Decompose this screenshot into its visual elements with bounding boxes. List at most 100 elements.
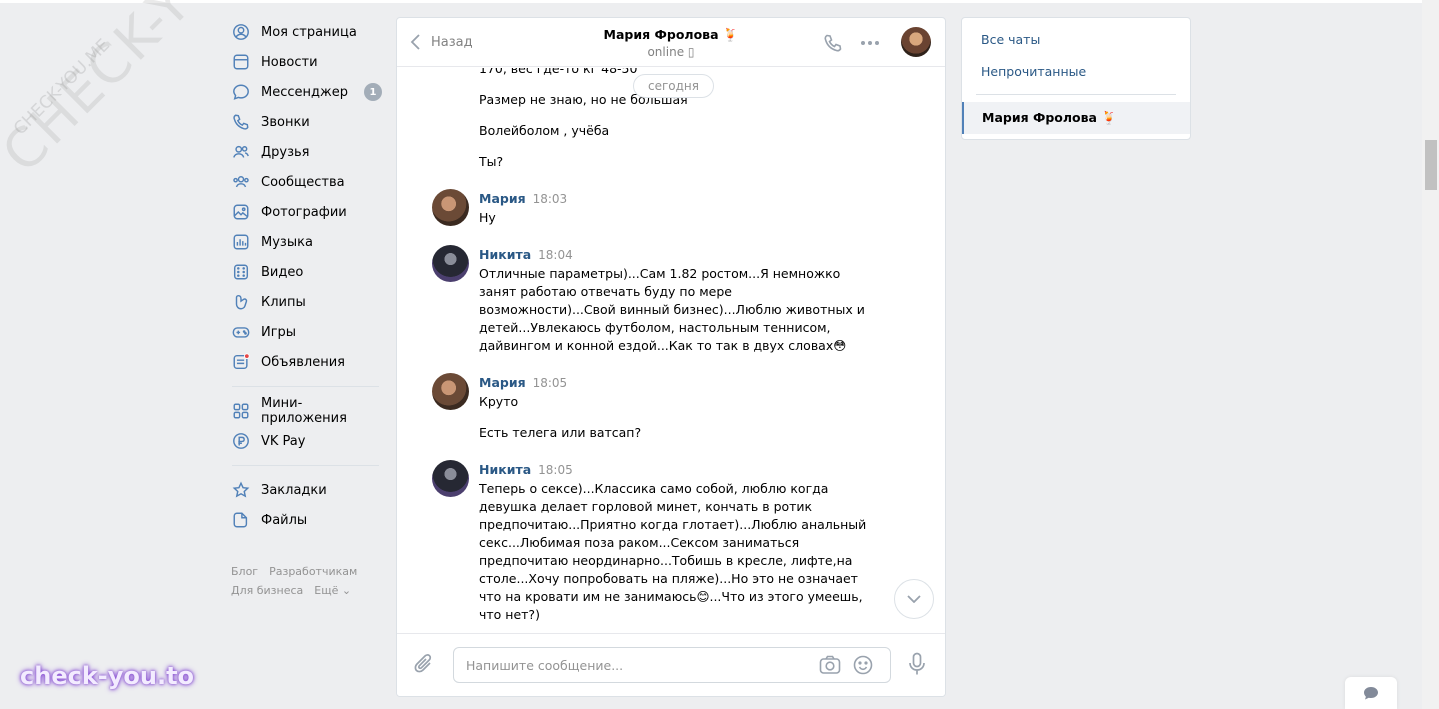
chat-header: Назад Мария Фролова 🍹 online ▯ bbox=[397, 18, 945, 67]
message-text: Волейболом , учёба bbox=[479, 123, 610, 138]
attach-paperclip-icon[interactable] bbox=[414, 653, 434, 679]
panel-divider bbox=[976, 94, 1176, 95]
date-pill: сегодня bbox=[633, 74, 714, 98]
active-chat-item[interactable]: Мария Фролова 🍹 bbox=[962, 102, 1190, 134]
call-button[interactable] bbox=[822, 32, 844, 54]
sidebar-item-label: Звонки bbox=[261, 114, 310, 130]
microphone-icon[interactable] bbox=[908, 652, 926, 680]
avatar[interactable] bbox=[432, 245, 469, 282]
message-history: сегодня 170, вес где-то кг 48-50 Размер … bbox=[397, 68, 945, 634]
sidebar-item-friends[interactable]: Друзья bbox=[226, 137, 386, 167]
sidebar-item-label: Объявления bbox=[261, 354, 345, 370]
news-icon bbox=[232, 53, 250, 71]
sidebar-item-communities[interactable]: Сообщества bbox=[226, 167, 386, 197]
sidebar-item-photos[interactable]: Фотографии bbox=[226, 197, 386, 227]
scroll-to-bottom-button[interactable] bbox=[894, 579, 934, 619]
peer-avatar[interactable] bbox=[901, 27, 931, 57]
message-time: 18:03 bbox=[532, 192, 568, 206]
phone-icon bbox=[232, 113, 250, 131]
message-header: Мария 18:03 bbox=[479, 191, 567, 206]
video-icon bbox=[232, 263, 250, 281]
left-sidebar: Моя страница Новости Мессенджер 1 Звонки… bbox=[226, 17, 386, 600]
sidebar-divider bbox=[232, 386, 379, 387]
friends-icon bbox=[232, 143, 250, 161]
page-scrollbar-thumb[interactable] bbox=[1425, 140, 1437, 190]
message-header: Никита 18:05 bbox=[479, 462, 573, 477]
photos-icon bbox=[232, 203, 250, 221]
chat-bubble-icon bbox=[1364, 687, 1378, 700]
games-icon bbox=[232, 323, 250, 341]
avatar[interactable] bbox=[432, 373, 469, 410]
footer-link-business[interactable]: Для бизнеса bbox=[231, 584, 303, 597]
message-text: Есть телега или ватсап? bbox=[479, 425, 642, 440]
message-author[interactable]: Мария bbox=[479, 375, 526, 390]
peer-status-text: online bbox=[647, 45, 685, 59]
sidebar-item-label: Мессенджер bbox=[261, 84, 348, 100]
sidebar-item-classifieds[interactable]: Объявления bbox=[226, 347, 386, 377]
sidebar-item-label: Музыка bbox=[261, 234, 313, 250]
filter-unread[interactable]: Непрочитанные bbox=[981, 64, 1086, 79]
footer-link-blog[interactable]: Блог bbox=[231, 565, 258, 578]
sidebar-item-label: Игры bbox=[261, 324, 297, 340]
watermark-small: CHECK-YOU.ME bbox=[10, 35, 114, 140]
music-icon bbox=[232, 233, 250, 251]
communities-icon bbox=[232, 173, 250, 191]
chat-popup-button[interactable] bbox=[1345, 677, 1397, 709]
message-text: Теперь о сексе)...Классика само собой, л… bbox=[479, 481, 867, 622]
bookmark-star-icon bbox=[232, 481, 250, 499]
sidebar-item-label: Мини-приложения bbox=[261, 396, 347, 426]
footer-link-more[interactable]: Ещё ⌄ bbox=[314, 584, 351, 597]
clips-icon bbox=[232, 293, 250, 311]
user-circle-icon bbox=[232, 23, 250, 41]
message-header: Мария 18:05 bbox=[479, 375, 567, 390]
camera-icon[interactable] bbox=[819, 655, 841, 679]
sidebar-item-label: Клипы bbox=[261, 294, 306, 310]
more-actions-button[interactable] bbox=[859, 32, 881, 54]
messenger-icon bbox=[232, 83, 250, 101]
sidebar-item-video[interactable]: Видео bbox=[226, 257, 386, 287]
sidebar-item-mini-apps[interactable]: Мини-приложения bbox=[226, 396, 386, 426]
message-text: Ну bbox=[479, 210, 496, 225]
message-text: Круто bbox=[479, 394, 519, 409]
message-text: Ты? bbox=[479, 154, 504, 169]
sidebar-item-bookmarks[interactable]: Закладки bbox=[226, 475, 386, 505]
vk-pay-icon bbox=[232, 432, 250, 450]
emoji-smile-icon[interactable] bbox=[853, 655, 873, 679]
sidebar-item-label: VK Pay bbox=[261, 433, 306, 449]
sidebar-item-games[interactable]: Игры bbox=[226, 317, 386, 347]
sidebar-item-news[interactable]: Новости bbox=[226, 47, 386, 77]
sidebar-item-label: Новости bbox=[261, 54, 318, 70]
sidebar-item-label: Видео bbox=[261, 264, 304, 280]
chat-filter-panel: Все чаты Непрочитанные Мария Фролова 🍹 bbox=[961, 17, 1191, 140]
message-author[interactable]: Никита bbox=[479, 247, 531, 262]
sidebar-item-music[interactable]: Музыка bbox=[226, 227, 386, 257]
sidebar-item-files[interactable]: Файлы bbox=[226, 505, 386, 535]
filter-all-chats[interactable]: Все чаты bbox=[981, 32, 1040, 47]
chat-panel: Назад Мария Фролова 🍹 online ▯ сегодня 1… bbox=[396, 17, 946, 697]
message-author[interactable]: Никита bbox=[479, 462, 531, 477]
sidebar-item-calls[interactable]: Звонки bbox=[226, 107, 386, 137]
message-author[interactable]: Мария bbox=[479, 191, 526, 206]
avatar[interactable] bbox=[432, 189, 469, 226]
sidebar-item-label: Файлы bbox=[261, 512, 308, 528]
message-time: 18:04 bbox=[538, 248, 573, 262]
sidebar-item-messenger[interactable]: Мессенджер 1 bbox=[226, 77, 386, 107]
sidebar-item-my-page[interactable]: Моя страница bbox=[226, 17, 386, 47]
sidebar-item-label: Фотографии bbox=[261, 204, 347, 220]
messenger-unread-badge: 1 bbox=[364, 83, 382, 101]
chevron-down-icon bbox=[907, 595, 921, 603]
sidebar-divider bbox=[232, 465, 379, 466]
message-composer bbox=[397, 633, 945, 696]
footer-link-developers[interactable]: Разработчикам bbox=[269, 565, 357, 578]
page-scrollbar[interactable] bbox=[1422, 0, 1439, 709]
message-time: 18:05 bbox=[532, 376, 568, 390]
avatar[interactable] bbox=[432, 460, 469, 497]
message-time: 18:05 bbox=[538, 463, 573, 477]
sidebar-item-vk-pay[interactable]: VK Pay bbox=[226, 426, 386, 456]
files-icon bbox=[232, 511, 250, 529]
sidebar-item-label: Сообщества bbox=[261, 174, 345, 190]
mobile-phone-icon: ▯ bbox=[687, 45, 695, 59]
phone-icon bbox=[824, 34, 842, 52]
sidebar-footer: Блог Разработчикам Для бизнеса Ещё ⌄ bbox=[226, 562, 386, 600]
sidebar-item-clips[interactable]: Клипы bbox=[226, 287, 386, 317]
